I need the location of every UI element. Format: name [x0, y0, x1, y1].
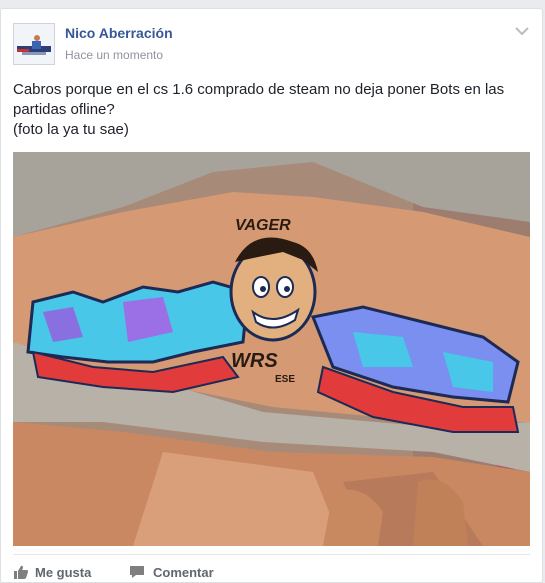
graffiti-bodypaint-image: VAGER WRS ESE	[13, 152, 530, 546]
like-button[interactable]: Me gusta	[13, 562, 91, 582]
profile-picture-avatar[interactable]	[13, 23, 55, 65]
post-message: Cabros porque en el cs 1.6 comprado de s…	[13, 80, 528, 140]
post-author-name[interactable]: Nico Aberración	[65, 25, 173, 41]
comment-button-label: Comentar	[153, 564, 214, 580]
comment-button[interactable]: Comentar	[129, 562, 214, 582]
post-message-line: Cabros porque en el cs 1.6 comprado de s…	[13, 81, 505, 98]
graffiti-tag-bottom: WRS	[231, 350, 278, 372]
thumbs-up-icon	[14, 565, 28, 579]
post-message-line: (foto la ya tu sae)	[13, 121, 129, 138]
graffiti-tag-top: VAGER	[235, 217, 291, 234]
post-card: Nico Aberración Hace un momento Cabros p…	[0, 8, 543, 583]
comment-bubble-icon	[130, 566, 144, 578]
post-message-line: partidas ofline?	[13, 101, 115, 118]
like-button-label: Me gusta	[35, 564, 92, 580]
actions-divider	[13, 554, 530, 555]
post-timestamp[interactable]: Hace un momento	[65, 48, 163, 62]
avatar-image	[14, 24, 54, 64]
graffiti-tag-bottom-small: ESE	[275, 374, 295, 385]
post-photo[interactable]: VAGER WRS ESE	[13, 152, 530, 546]
chevron-down-icon[interactable]	[514, 25, 530, 37]
